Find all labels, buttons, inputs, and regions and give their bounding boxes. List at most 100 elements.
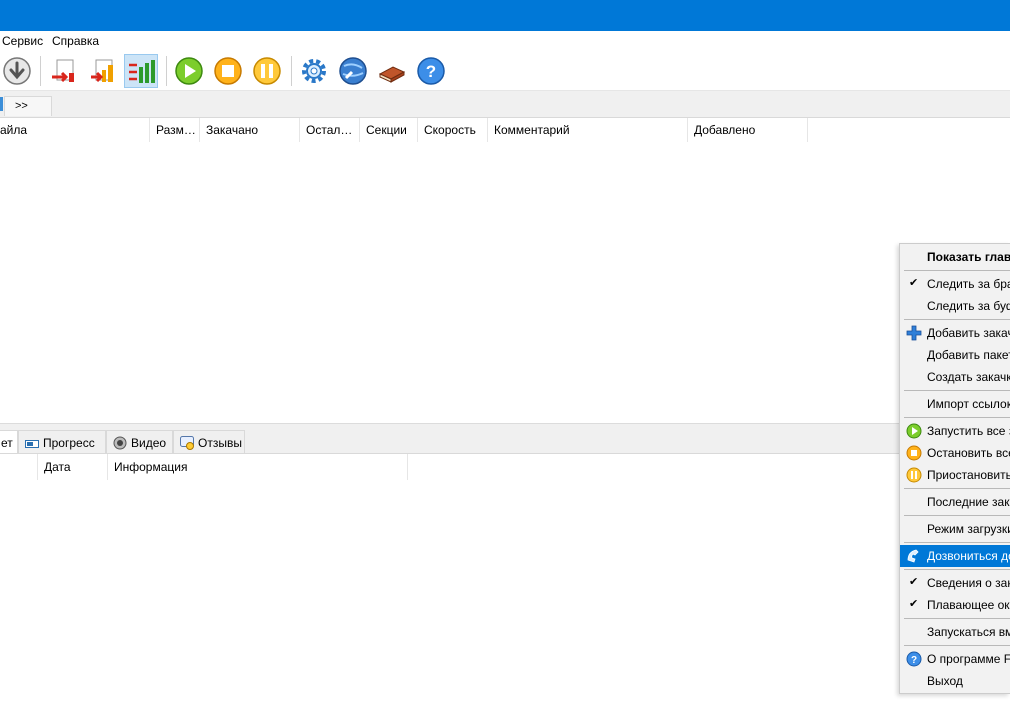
menu-item-label: Остановить все [927,446,1010,460]
tab-more-button[interactable]: >> [4,96,52,116]
dial-up-globe-icon [339,57,367,85]
priority-high-icon [129,60,155,83]
dial-up-button[interactable] [336,54,370,88]
menu-about[interactable]: ? О программе F [900,648,1010,670]
menu-pause-all[interactable]: Приостановить [900,464,1010,486]
menu-item-label: Плавающее окн [927,598,1010,612]
col-added[interactable]: Добавлено [688,118,808,142]
menu-download-info[interactable]: ✔ Сведения о зак [900,572,1010,594]
log-table-header: Дата Информация [0,454,1010,480]
menu-item-label: Добавить пакет [927,348,1010,362]
stop-all-button[interactable] [211,54,245,88]
help-icon: ? [906,651,922,667]
video-camera-icon [113,436,127,453]
priority-medium-icon [91,59,113,83]
stop-all-icon [214,57,242,85]
download-arrow-icon [3,57,31,85]
help-button[interactable]: ? [414,54,448,88]
menu-item-label: Импорт ссылок [927,397,1010,411]
col-log-type[interactable] [0,454,38,480]
col-speed[interactable]: Скорость [418,118,488,142]
phone-icon [907,549,919,563]
menu-create-download[interactable]: Создать закачку [900,366,1010,388]
pause-all-icon [906,467,922,483]
svg-text:?: ? [426,62,436,81]
menu-monitor-browser[interactable]: ✔ Следить за брау [900,273,1010,295]
menu-item-label: Режим загрузки [927,522,1010,536]
settings-button[interactable] [297,54,331,88]
menu-item-label: Показать главн [927,250,1010,264]
menu-show-main-window[interactable]: Показать главн [900,246,1010,268]
start-all-button[interactable] [172,54,206,88]
tab-current-edge[interactable] [0,97,3,111]
col-information[interactable]: Информация [108,454,408,480]
priority-medium-button[interactable] [86,54,120,88]
add-plus-icon [906,325,922,341]
menu-add-batch[interactable]: Добавить пакет [900,344,1010,366]
menu-help[interactable]: Справка [52,34,99,48]
tab-video-label: Видео [131,436,167,450]
downloads-table-header: айла Разм… Закачано Остал… Секции Скорос… [0,118,1010,142]
menu-add-download[interactable]: Добавить закач [900,322,1010,344]
priority-low-icon [52,59,74,83]
col-sections[interactable]: Секции [360,118,418,142]
menu-item-label: Последние закач [927,495,1010,509]
col-remaining[interactable]: Остал… [300,118,360,142]
tab-log-label: ет [1,436,13,450]
menu-item-label: Сведения о зак [927,576,1010,590]
menu-start-all[interactable]: Запустить все з [900,420,1010,442]
menu-monitor-clipboard[interactable]: Следить за буфе [900,295,1010,317]
priority-low-button[interactable] [47,54,81,88]
reviews-icon [180,436,194,453]
info-tabs: ет Прогресс Видео Отзывы [0,428,1010,454]
menu-download-mode[interactable]: Режим загрузки [900,518,1010,540]
toolbar: ? [0,51,1010,91]
menu-floating-window[interactable]: ✔ Плавающее окн [900,594,1010,616]
menu-item-label: Выход [927,674,963,688]
tab-reviews[interactable]: Отзывы [173,430,245,453]
title-bar[interactable] [0,0,1010,31]
col-size[interactable]: Разм… [150,118,200,142]
menu-item-label: Дозвониться до [927,549,1010,563]
tab-log[interactable]: ет [0,430,18,453]
menu-run-at-startup[interactable]: Запускаться вме [900,621,1010,643]
checkmark-icon: ✔ [909,277,919,289]
book-icon [378,66,406,83]
stop-all-icon [906,445,922,461]
menu-item-label: О программе F [927,652,1010,666]
menu-item-label: Следить за буфе [927,299,1010,313]
menu-import-links[interactable]: Импорт ссылок [900,393,1010,415]
settings-gear-icon [302,59,326,83]
col-comment[interactable]: Комментарий [488,118,688,142]
col-downloaded[interactable]: Закачано [200,118,300,142]
book-button[interactable] [375,54,409,88]
menu-item-label: Приостановить [927,468,1010,482]
progress-icon [25,438,39,453]
pause-all-button[interactable] [250,54,284,88]
menu-dial-up[interactable]: Дозвониться до [900,545,1010,567]
checkmark-icon: ✔ [909,576,919,588]
menu-exit[interactable]: Выход [900,670,1010,692]
help-icon: ? [417,57,445,85]
menu-stop-all[interactable]: Остановить все [900,442,1010,464]
priority-high-button[interactable] [124,54,158,88]
tray-context-menu: Показать главн ✔ Следить за брау Следить… [899,243,1010,694]
menu-service[interactable]: Сервис [2,34,43,48]
menu-recent-downloads[interactable]: Последние закач [900,491,1010,513]
tab-progress[interactable]: Прогресс [18,430,106,453]
start-all-icon [906,423,922,439]
add-download-button[interactable] [0,54,34,88]
col-filename[interactable]: айла [0,118,150,142]
col-date[interactable]: Дата [38,454,108,480]
menu-item-label: Запускаться вме [927,625,1010,639]
start-all-icon [175,57,203,85]
tab-progress-label: Прогресс [43,436,95,450]
menu-item-label: Запустить все з [927,424,1010,438]
tab-video[interactable]: Видео [106,430,173,453]
category-tabs: >> [0,91,1010,118]
tab-reviews-label: Отзывы [198,436,242,450]
menu-item-label: Следить за брау [927,277,1010,291]
menu-bar: Сервис Справка [0,31,1010,51]
checkmark-icon: ✔ [909,598,919,610]
pause-all-icon [253,57,281,85]
